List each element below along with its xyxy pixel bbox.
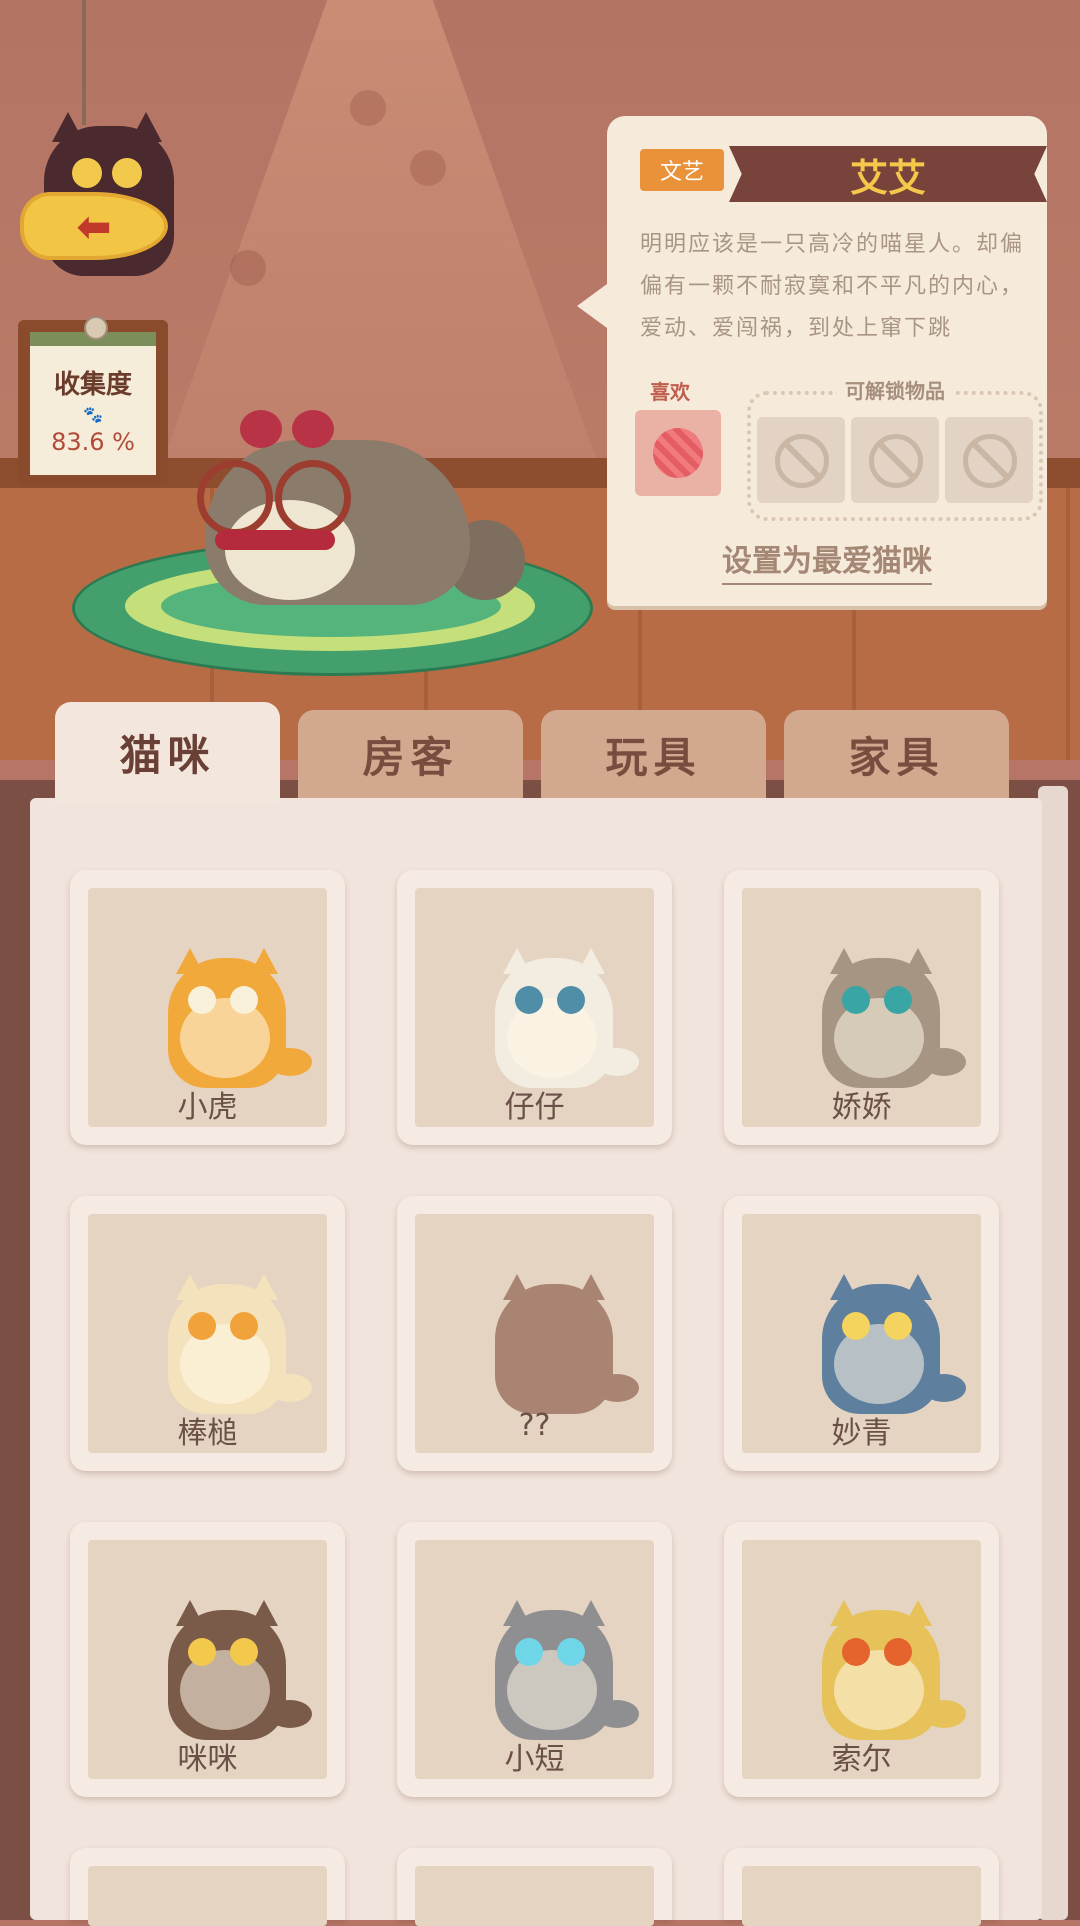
hanging-string (82, 0, 86, 125)
cat-icon (168, 1600, 312, 1740)
locked-item-slot[interactable] (851, 417, 939, 503)
cat-icon (168, 1274, 312, 1414)
tab-cats[interactable]: 猫咪 (55, 702, 280, 802)
cat-card-frame (415, 1866, 654, 1926)
cat-card[interactable] (397, 1848, 672, 1926)
scarf-icon (215, 530, 335, 550)
locked-item-slot[interactable] (757, 417, 845, 503)
liked-item-slot[interactable] (635, 410, 721, 496)
cat-icon (822, 1600, 966, 1740)
cat-card[interactable]: 小短 (397, 1522, 672, 1797)
tab-furniture[interactable]: 家具 (784, 710, 1009, 798)
back-arrow-icon: ⬅ (20, 192, 168, 260)
cat-card[interactable] (724, 1848, 999, 1926)
cat-card[interactable] (70, 1848, 345, 1926)
locked-item-slot[interactable] (945, 417, 1033, 503)
locked-cat-silhouette-icon (495, 1274, 639, 1414)
cat-face (515, 1638, 587, 1672)
cat-eye-icon (112, 158, 142, 188)
unlockable-label: 可解锁物品 (837, 379, 953, 403)
cat-detail-card: 文艺 艾艾 明明应该是一只高冷的喵星人。却偏偏有一颗不耐寂寞和不平凡的内心，爱动… (577, 116, 1047, 606)
paw-icon: 🐾 (83, 405, 103, 424)
paw-print-decoration (410, 150, 446, 186)
paw-print-decoration (230, 250, 266, 286)
cat-icon (822, 948, 966, 1088)
cat-card-frame (88, 1866, 327, 1926)
catalog-tabs: 猫咪 房客 玩具 家具 (55, 702, 1015, 802)
cat-eye-icon (72, 158, 102, 188)
cat-card[interactable]: 小虎 (70, 870, 345, 1145)
cat-name: 小短 (504, 1742, 565, 1777)
cat-name: 咪咪 (177, 1742, 238, 1777)
tab-guests[interactable]: 房客 (298, 710, 523, 798)
cat-card[interactable]: 咪咪 (70, 1522, 345, 1797)
cat-icon (495, 948, 639, 1088)
cat-name: 棒槌 (177, 1416, 238, 1451)
cat-face (842, 1312, 914, 1346)
likes-label: 喜欢 (650, 380, 690, 404)
page-edge (1038, 786, 1068, 1920)
cat-face (188, 1638, 260, 1672)
glasses-icon (275, 460, 351, 536)
cat-card[interactable]: 索尔 (724, 1522, 999, 1797)
back-button[interactable]: ⬅ (20, 112, 190, 292)
cat-name: 索尔 (831, 1742, 892, 1777)
cat-name: 娇娇 (831, 1090, 892, 1125)
cat-name: 小虎 (177, 1090, 238, 1125)
set-favorite-button[interactable]: 设置为最爱猫咪 (722, 544, 932, 585)
cat-icon (168, 948, 312, 1088)
cat-icon (495, 1600, 639, 1740)
cat-name: ?? (518, 1408, 551, 1443)
pin-icon (84, 316, 108, 340)
cat-card[interactable]: 娇娇 (724, 870, 999, 1145)
cat-face (188, 1312, 260, 1346)
cat-face (842, 986, 914, 1020)
locked-icon (963, 434, 1017, 488)
cat-card[interactable]: 妙青 (724, 1196, 999, 1471)
locked-icon (775, 434, 829, 488)
collection-board: 收集度 🐾 83.6 % (18, 316, 168, 485)
cat-card[interactable]: ?? (397, 1196, 672, 1471)
cat-card[interactable]: 仔仔 (397, 870, 672, 1145)
cat-card[interactable]: 棒槌 (70, 1196, 345, 1471)
yarn-ball-icon (653, 428, 703, 478)
collection-paper: 收集度 🐾 83.6 % (30, 332, 156, 475)
glasses-icon (197, 460, 273, 536)
cat-face (188, 986, 260, 1020)
tab-toys[interactable]: 玩具 (541, 710, 766, 798)
cat-face (842, 1638, 914, 1672)
cat-description: 明明应该是一只高冷的喵星人。却偏偏有一颗不耐寂寞和不平凡的内心，爱动、爱闯祸，到… (640, 232, 1025, 341)
cat-name-ribbon: 艾艾 (729, 146, 1047, 202)
cat-card-frame (742, 1866, 981, 1926)
cat-name: 妙青 (831, 1416, 892, 1451)
featured-cat[interactable] (195, 385, 525, 610)
collection-label: 收集度 (53, 370, 132, 400)
red-bow-icon (240, 400, 340, 450)
collection-value: 83.6 % (51, 428, 135, 456)
cat-icon (822, 1274, 966, 1414)
personality-tag: 文艺 (640, 149, 724, 191)
paw-print-decoration (350, 90, 386, 126)
unlockable-items: 可解锁物品 (747, 379, 1043, 521)
cat-belly (507, 1324, 597, 1404)
locked-icon (869, 434, 923, 488)
cat-name: 仔仔 (504, 1090, 565, 1125)
cat-face (515, 986, 587, 1020)
